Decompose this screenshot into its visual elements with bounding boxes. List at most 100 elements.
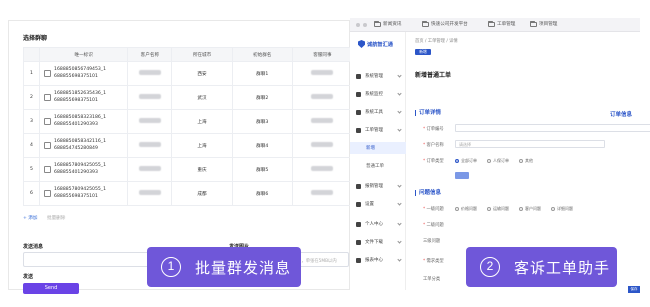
nav-item[interactable]: 报表中心 (350, 254, 406, 266)
nav-item[interactable]: 报销管理 (350, 180, 406, 192)
nav-label: 报销管理 (365, 184, 383, 189)
table-row[interactable]: 4 1688850858342116_1 688854745280849 上海 群… (22, 133, 354, 158)
radio-option[interactable]: 详细问题 (551, 206, 573, 212)
table-row[interactable]: 2 1688851852635436_1 688855698375101 武汉 群… (22, 85, 354, 110)
window-dot-icon (363, 23, 367, 27)
id-line: 688855698375101 (54, 97, 98, 103)
id-line: 1688857809425055_1 (54, 163, 107, 168)
group-cell: 群聊5 (231, 157, 293, 182)
chevron-down-icon (397, 109, 402, 114)
bookmark-tab[interactable]: 新闻资讯 (374, 20, 401, 27)
app-sidebar: 诚航智汇通 系统管理 系统监控 系统工具 工单管理 新增 普通工单 报销管理 设… (350, 32, 406, 290)
radio-option[interactable]: 客户问题 (519, 206, 541, 212)
field-label: 订单编号 (426, 127, 444, 132)
nav-label: 系统工具 (365, 110, 383, 115)
nav-subitem-normal-ticket[interactable]: 普通工单 (350, 160, 406, 172)
nav-item[interactable]: 系统管理 (350, 70, 406, 82)
unique-id-cell: 1688851852635436_1 688855698375101 (39, 85, 129, 110)
copy-icon[interactable] (44, 166, 52, 173)
ticket-icon (356, 127, 361, 133)
field-label: 客户名称 (426, 143, 444, 148)
folder-icon (488, 20, 495, 27)
nav-item[interactable]: 系统工具 (350, 106, 406, 118)
customer-label: * 客户名称 (423, 143, 444, 148)
col-city: 所在城市 (171, 47, 233, 62)
bookmark-tab[interactable]: 工单管理 (488, 20, 515, 27)
radio-option[interactable]: 价格问题 (455, 206, 477, 212)
chevron-down-icon (397, 257, 402, 262)
staff-cell (291, 109, 354, 134)
user-icon (356, 221, 361, 227)
order-no-input[interactable] (455, 124, 650, 132)
id-line: 1688851852635436_1 (54, 91, 107, 96)
query-button[interactable] (455, 172, 469, 179)
order-no-label: * 订单编号 (423, 127, 444, 132)
row-number: 6 (22, 181, 41, 206)
nav-item[interactable]: 文件下载 (350, 236, 406, 248)
table-row[interactable]: 5 1688857809425055_1 688855401290393 重庆 群… (22, 157, 354, 182)
unique-id-cell: 1688850858323186_1 688855401290393 (39, 109, 129, 134)
customer-cell (127, 61, 173, 86)
copy-icon[interactable] (44, 118, 52, 125)
nav-subitem-new[interactable]: 新增 (350, 142, 406, 154)
city-cell: 西安 (171, 61, 233, 86)
copy-icon[interactable] (44, 190, 52, 197)
field-label: 需求类型 (426, 259, 444, 264)
customer-cell (127, 157, 173, 182)
table-header-row: 唯一标识 客户名称 所在城市 初始群名 客服同事 (22, 47, 354, 62)
city-cell: 武汉 (171, 85, 233, 110)
chart-icon (356, 257, 361, 263)
copy-icon[interactable] (44, 70, 52, 77)
radio-option[interactable]: 人保订单 (487, 158, 509, 164)
city-cell: 重庆 (171, 157, 233, 182)
city-cell: 上海 (171, 109, 233, 134)
id-line: 688854745280849 (54, 145, 98, 151)
copy-icon[interactable] (44, 94, 52, 101)
bookmark-tab[interactable]: 快速公司开发平台 (422, 20, 468, 27)
shield-logo-icon (358, 40, 365, 48)
table-row[interactable]: 6 1688857809425055_1 688855698375101 成都 群… (22, 181, 354, 206)
level2-label: * 二级问题 (423, 223, 444, 228)
app-logo: 诚航智汇通 (358, 40, 393, 48)
order-type-label: * 订单类型 (423, 159, 444, 164)
staff-cell (291, 157, 354, 182)
save-button[interactable]: 保存 (628, 286, 640, 293)
settings-icon (356, 73, 361, 79)
chevron-down-icon (397, 183, 402, 188)
send-section-label: 发送 (23, 274, 34, 280)
add-row-button[interactable]: + 添加 (23, 216, 38, 221)
folder-icon (422, 20, 429, 27)
copy-icon[interactable] (44, 142, 52, 149)
order-type-radio-group: 全部订单 人保订单 其他 (455, 158, 533, 164)
radio-option[interactable]: 其他 (519, 158, 533, 164)
table-row[interactable]: 1 1688850856749453_1 688855698375101 西安 群… (22, 61, 354, 86)
nav-label: 个人中心 (365, 222, 383, 227)
nav-item[interactable]: 系统监控 (350, 88, 406, 100)
section-order-details: 订单详情 (415, 110, 441, 116)
nav-item[interactable]: 个人中心 (350, 218, 406, 230)
nav-item[interactable]: 工单管理 (350, 124, 406, 136)
id-line: 1688850858323186_1 (54, 115, 107, 120)
receipt-icon (356, 183, 361, 189)
level1-radio-group: 价格问题 运输问题 客户问题 详细问题 (455, 206, 573, 212)
col-unique-id: 唯一标识 (39, 47, 129, 62)
radio-label: 运输问题 (493, 206, 509, 211)
radio-option[interactable]: 运输问题 (487, 206, 509, 212)
redacted-customer (138, 94, 161, 99)
table-row[interactable]: 3 1688850858323186_1 688855401290393 上海 群… (22, 109, 354, 134)
bookmark-tab[interactable]: 项目管理 (530, 20, 557, 27)
id-line: 688855401290393 (54, 121, 98, 127)
redacted-staff (311, 142, 334, 147)
callout-badge-1: 1 批量群发消息 (147, 247, 301, 287)
nav-item[interactable]: 设置 (350, 198, 406, 210)
customer-cell (127, 133, 173, 158)
new-tab-chip[interactable]: 新增 (415, 49, 431, 55)
id-line: 688855401290393 (54, 169, 98, 175)
send-button[interactable]: Send (23, 283, 79, 294)
folder-icon (374, 20, 381, 27)
download-icon (356, 239, 361, 245)
field-label: 工单分类 (423, 277, 441, 282)
radio-option[interactable]: 全部订单 (455, 158, 477, 164)
batch-delete-button[interactable]: 批量删除 (47, 216, 65, 221)
customer-select[interactable]: 请选择 (455, 140, 605, 148)
